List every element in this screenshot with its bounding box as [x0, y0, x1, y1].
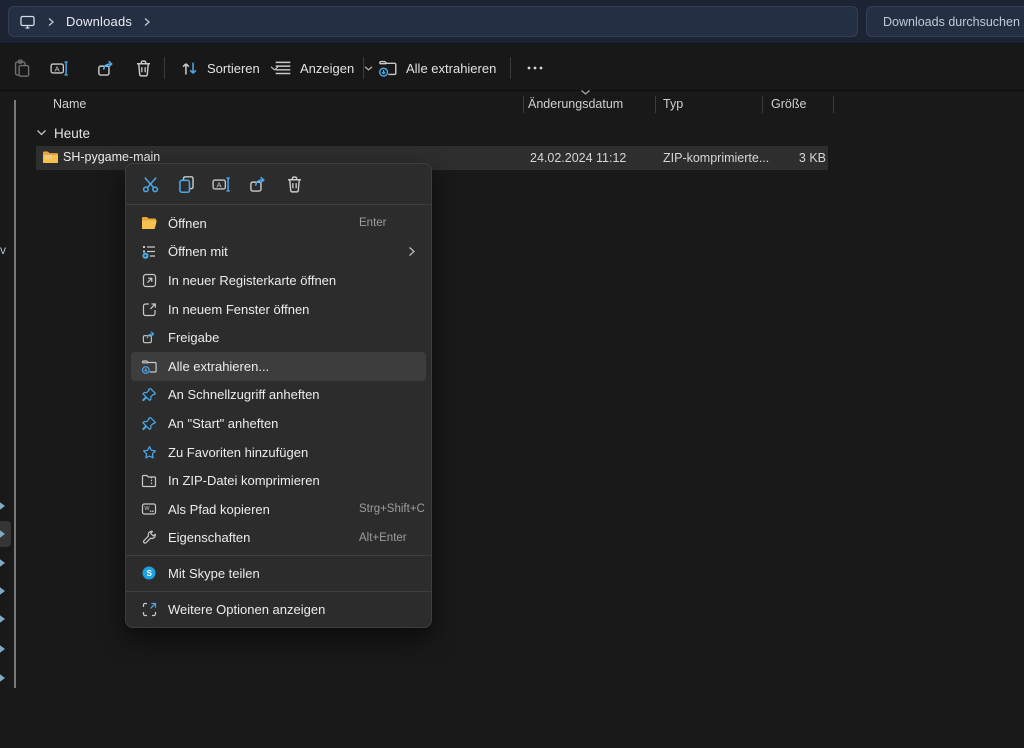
menu-item-eigenschaften[interactable]: Eigenschaften Alt+Enter — [131, 524, 426, 553]
svg-text:A: A — [54, 64, 60, 73]
show-more-options-icon — [140, 601, 158, 617]
copy-path-icon: W — [140, 501, 158, 517]
file-name: SH-pygame-main — [63, 150, 160, 164]
context-menu: A Öffnen Enter Öffnen mit In neuer Regis… — [125, 163, 432, 628]
menu-item-schnellzugriff-anheften[interactable]: An Schnellzugriff anheften — [131, 381, 426, 410]
menu-item-alle-extrahieren[interactable]: Alle extrahieren... — [131, 352, 426, 381]
nav-pane-label-fragment: v — [0, 243, 6, 257]
toolbar-separator — [363, 57, 364, 79]
column-separator[interactable] — [762, 96, 763, 113]
menu-item-zip-komprimieren[interactable]: In ZIP-Datei komprimieren — [131, 466, 426, 495]
tree-expand-chevron-icon[interactable] — [0, 557, 8, 569]
share-button[interactable] — [88, 50, 124, 86]
menu-item-oeffnen[interactable]: Öffnen Enter — [131, 209, 426, 238]
menu-item-neues-fenster[interactable]: In neuem Fenster öffnen — [131, 295, 426, 324]
group-header-heute[interactable]: Heute — [36, 123, 90, 143]
sort-icon — [180, 60, 199, 77]
menu-separator — [126, 591, 431, 592]
view-label: Anzeigen — [300, 61, 354, 76]
rename-button[interactable]: A — [42, 50, 78, 86]
menu-separator — [126, 555, 431, 556]
file-size: 3 KB — [799, 151, 826, 165]
extract-icon — [378, 59, 398, 77]
menu-items: Öffnen Enter Öffnen mit In neuer Registe… — [126, 205, 431, 627]
tree-expand-chevron-icon[interactable] — [0, 613, 8, 625]
title-address-bar: Downloads Downloads durchsuchen — [0, 0, 1024, 44]
column-header-row: Name Änderungsdatum Typ Größe — [0, 92, 1024, 118]
paste-button[interactable] — [4, 50, 39, 86]
menu-item-als-pfad-kopieren[interactable]: W Als Pfad kopieren Strg+Shift+C — [131, 495, 426, 524]
share-icon — [140, 330, 158, 346]
open-with-icon — [140, 244, 158, 260]
menu-item-start-anheften[interactable]: An "Start" anheften — [131, 409, 426, 438]
column-separator[interactable] — [655, 96, 656, 113]
tree-expand-chevron-icon[interactable] — [0, 585, 8, 597]
svg-text:S: S — [147, 569, 153, 578]
copy-button[interactable] — [170, 168, 202, 200]
menu-item-oeffnen-mit[interactable]: Öffnen mit — [131, 238, 426, 267]
cut-button[interactable] — [134, 168, 166, 200]
share-button[interactable] — [242, 168, 274, 200]
tree-expand-chevron-icon[interactable] — [0, 500, 8, 512]
new-tab-icon — [140, 272, 158, 288]
command-toolbar: A Sortieren Anzeigen Alle extrahieren — [0, 45, 1024, 91]
chevron-down-icon[interactable] — [36, 129, 47, 137]
folder-open-icon — [140, 215, 158, 231]
address-bar[interactable]: Downloads — [8, 6, 858, 37]
view-icon — [274, 60, 292, 76]
menu-item-freigabe[interactable]: Freigabe — [131, 323, 426, 352]
rename-button[interactable]: A — [206, 168, 238, 200]
pin-icon — [140, 387, 158, 403]
tree-expand-chevron-icon[interactable] — [0, 528, 8, 540]
file-date: 24.02.2024 11:12 — [530, 151, 626, 165]
group-label: Heute — [54, 126, 90, 141]
extract-all-button[interactable]: Alle extrahieren — [370, 50, 504, 86]
breadcrumb-downloads[interactable]: Downloads — [66, 14, 132, 29]
pane-divider[interactable] — [14, 100, 16, 688]
extract-icon — [140, 358, 158, 374]
chevron-right-icon[interactable] — [142, 17, 152, 27]
file-type: ZIP-komprimierte... — [663, 151, 769, 165]
search-placeholder: Downloads durchsuchen — [883, 15, 1020, 29]
column-header-type[interactable]: Typ — [663, 97, 683, 111]
properties-wrench-icon — [140, 530, 158, 546]
see-more-icon — [526, 60, 544, 76]
column-separator[interactable] — [833, 96, 834, 113]
menu-item-skype-teilen[interactable]: S Mit Skype teilen — [131, 559, 426, 588]
computer-icon[interactable] — [19, 14, 36, 30]
sort-label: Sortieren — [207, 61, 260, 76]
extract-all-label: Alle extrahieren — [406, 61, 496, 76]
column-header-name[interactable]: Name — [53, 97, 86, 111]
delete-button[interactable] — [126, 50, 161, 86]
see-more-button[interactable] — [518, 50, 552, 86]
toolbar-separator — [164, 57, 165, 79]
new-window-icon — [140, 301, 158, 317]
toolbar-separator — [510, 57, 511, 79]
chevron-right-icon[interactable] — [46, 17, 56, 27]
star-icon — [140, 444, 158, 460]
tree-expand-chevron-icon[interactable] — [0, 672, 8, 684]
search-input[interactable]: Downloads durchsuchen — [866, 6, 1024, 37]
delete-button[interactable] — [278, 168, 310, 200]
sort-indicator-icon — [580, 89, 591, 96]
zip-compress-icon — [140, 473, 158, 489]
column-separator[interactable] — [523, 96, 524, 113]
column-header-date[interactable]: Änderungsdatum — [528, 97, 623, 111]
skype-icon: S — [140, 565, 158, 581]
tree-expand-chevron-icon[interactable] — [0, 643, 8, 655]
zip-folder-icon — [42, 150, 59, 168]
svg-text:W: W — [144, 506, 150, 512]
quick-actions-row: A — [126, 164, 431, 204]
menu-item-favoriten[interactable]: Zu Favoriten hinzufügen — [131, 438, 426, 467]
column-header-size[interactable]: Größe — [771, 97, 806, 111]
submenu-chevron-right-icon — [408, 246, 416, 257]
svg-text:A: A — [216, 180, 222, 189]
menu-item-weitere-optionen[interactable]: Weitere Optionen anzeigen — [131, 595, 426, 624]
menu-item-neue-registerkarte[interactable]: In neuer Registerkarte öffnen — [131, 266, 426, 295]
pin-icon — [140, 415, 158, 431]
